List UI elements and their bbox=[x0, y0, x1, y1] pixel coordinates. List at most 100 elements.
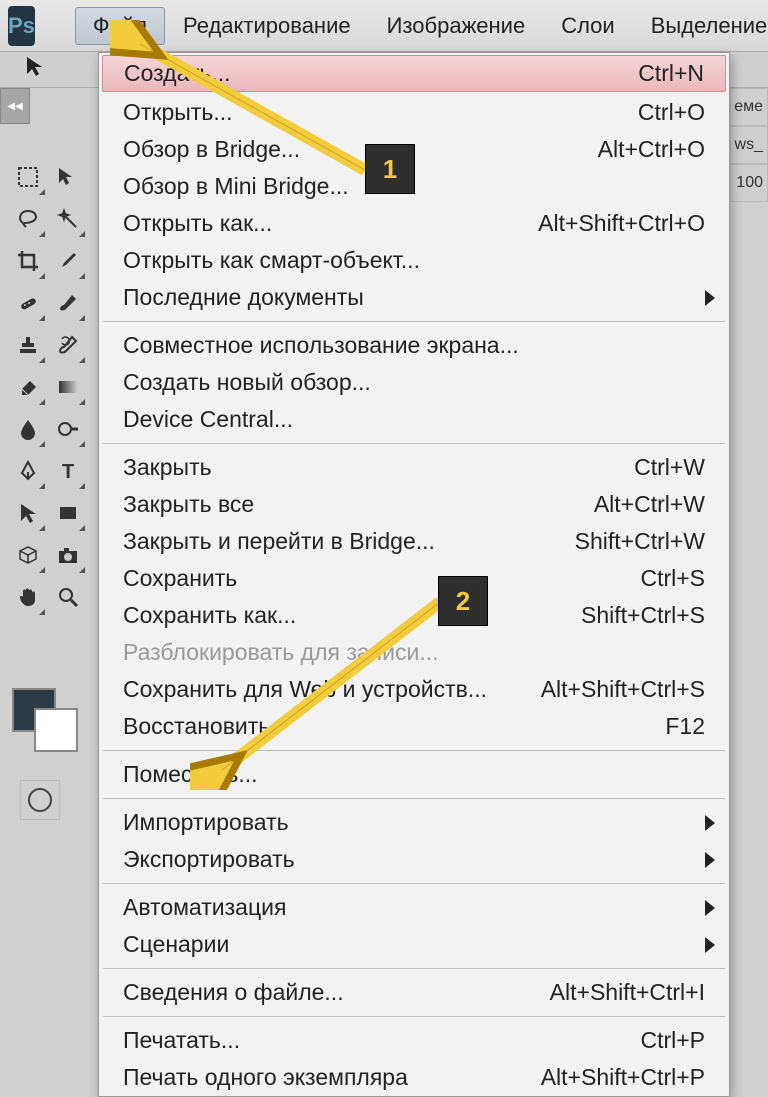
menu-item[interactable]: Импортировать bbox=[99, 804, 729, 841]
menu-item-label: Печать одного экземпляра bbox=[123, 1064, 408, 1091]
shape-tool[interactable] bbox=[48, 492, 88, 534]
menu-item-label: Автоматизация bbox=[123, 894, 286, 921]
menu-separator bbox=[103, 443, 725, 444]
eyedropper-tool[interactable] bbox=[48, 240, 88, 282]
menu-item-shortcut: Alt+Shift+Ctrl+P bbox=[541, 1064, 705, 1091]
menu-item[interactable]: Экспортировать bbox=[99, 841, 729, 878]
blur-tool[interactable] bbox=[8, 408, 48, 450]
zoom-tool[interactable] bbox=[48, 576, 88, 618]
menu-item-label: Сценарии bbox=[123, 931, 229, 958]
menu-item-label: Последние документы bbox=[123, 284, 364, 311]
healing-tool[interactable] bbox=[8, 282, 48, 324]
menu-item-label: Закрыть все bbox=[123, 491, 254, 518]
menu-item-label: Обзор в Bridge... bbox=[123, 136, 300, 163]
menu-item-label: Импортировать bbox=[123, 809, 289, 836]
menubar-item-edit[interactable]: Редактирование bbox=[165, 7, 369, 45]
main-menubar: Ps Файл Редактирование Изображение Слои … bbox=[0, 0, 768, 52]
menu-item-shortcut: Alt+Shift+Ctrl+S bbox=[541, 676, 705, 703]
menu-item[interactable]: Создать...Ctrl+N bbox=[102, 55, 726, 92]
history-brush-tool[interactable] bbox=[48, 324, 88, 366]
eraser-tool[interactable] bbox=[8, 366, 48, 408]
menu-item[interactable]: Device Central... bbox=[99, 401, 729, 438]
menu-item[interactable]: Сведения о файле...Alt+Shift+Ctrl+I bbox=[99, 974, 729, 1011]
menu-item-label: Открыть... bbox=[123, 99, 233, 126]
3d-tool[interactable] bbox=[8, 534, 48, 576]
menu-item-label: Восстановить bbox=[123, 713, 270, 740]
lasso-tool[interactable] bbox=[8, 198, 48, 240]
toolbox: T bbox=[8, 156, 88, 618]
menu-item[interactable]: Закрыть все Alt+Ctrl+W bbox=[99, 486, 729, 523]
menu-separator bbox=[103, 968, 725, 969]
menu-item[interactable]: Сохранить для Web и устройств... Alt+Shif… bbox=[99, 671, 729, 708]
menu-item-label: Печатать... bbox=[123, 1027, 240, 1054]
menu-item-shortcut: Ctrl+O bbox=[638, 99, 705, 126]
menu-item-label: Сохранить как... bbox=[123, 602, 296, 629]
menu-item[interactable]: Печать одного экземпляра Alt+Shift+Ctrl+P bbox=[99, 1059, 729, 1096]
marquee-tool[interactable] bbox=[8, 156, 48, 198]
menu-item[interactable]: Автоматизация bbox=[99, 889, 729, 926]
menu-item-label: Сохранить для Web и устройств... bbox=[123, 676, 487, 703]
gradient-tool[interactable] bbox=[48, 366, 88, 408]
menu-item-label: Совместное использование экрана... bbox=[123, 332, 519, 359]
hand-tool[interactable] bbox=[8, 576, 48, 618]
menu-item-label: Поместить... bbox=[123, 761, 258, 788]
panel-tab-fragment: еме bbox=[730, 88, 768, 126]
move-tool[interactable] bbox=[48, 156, 88, 198]
dodge-tool[interactable] bbox=[48, 408, 88, 450]
menu-item[interactable]: Поместить... bbox=[99, 756, 729, 793]
submenu-arrow-icon bbox=[705, 815, 715, 831]
menu-item[interactable]: Открыть как... Alt+Shift+Ctrl+O bbox=[99, 205, 729, 242]
stamp-tool[interactable] bbox=[8, 324, 48, 366]
pen-tool[interactable] bbox=[8, 450, 48, 492]
menu-item-shortcut: Alt+Ctrl+W bbox=[594, 491, 705, 518]
submenu-arrow-icon bbox=[705, 900, 715, 916]
menu-item[interactable]: Закрыть и перейти в Bridge...Shift+Ctrl+… bbox=[99, 523, 729, 560]
menu-item-label: Сведения о файле... bbox=[123, 979, 344, 1006]
panel-collapse-icon[interactable]: ◀◀ bbox=[0, 88, 30, 124]
menu-item-shortcut: F12 bbox=[665, 713, 705, 740]
move-tool-icon[interactable] bbox=[10, 51, 64, 89]
background-color-swatch[interactable] bbox=[34, 708, 78, 752]
menu-item[interactable]: Сценарии bbox=[99, 926, 729, 963]
crop-tool[interactable] bbox=[8, 240, 48, 282]
menu-item-label: Экспортировать bbox=[123, 846, 295, 873]
menu-item[interactable]: Восстановить F12 bbox=[99, 708, 729, 745]
annotation-callout-1: 1 bbox=[365, 144, 415, 194]
menu-item-shortcut: Shift+Ctrl+W bbox=[575, 528, 705, 555]
menubar-item-selection[interactable]: Выделение bbox=[633, 7, 768, 45]
menubar-item-image[interactable]: Изображение bbox=[369, 7, 544, 45]
menu-separator bbox=[103, 1016, 725, 1017]
menubar-item-layers[interactable]: Слои bbox=[543, 7, 633, 45]
menu-item[interactable]: Совместное использование экрана... bbox=[99, 327, 729, 364]
menu-item[interactable]: Печатать...Ctrl+P bbox=[99, 1022, 729, 1059]
menu-item[interactable]: Создать новый обзор... bbox=[99, 364, 729, 401]
menu-item-shortcut: Ctrl+W bbox=[634, 454, 705, 481]
menu-item-shortcut: Alt+Shift+Ctrl+O bbox=[538, 210, 705, 237]
menu-item[interactable]: Последние документы bbox=[99, 279, 729, 316]
camera-tool[interactable] bbox=[48, 534, 88, 576]
type-tool[interactable]: T bbox=[48, 450, 88, 492]
menu-item[interactable]: СохранитьCtrl+S bbox=[99, 560, 729, 597]
file-menu-dropdown: Создать...Ctrl+N Открыть... Ctrl+O Обзор в … bbox=[98, 52, 730, 1097]
menu-item-label: Device Central... bbox=[123, 406, 293, 433]
brush-tool[interactable] bbox=[48, 282, 88, 324]
menu-item-label: Разблокировать для записи... bbox=[123, 639, 439, 666]
menu-separator bbox=[103, 883, 725, 884]
menu-item[interactable]: ЗакрытьCtrl+W bbox=[99, 449, 729, 486]
menu-item-shortcut: Ctrl+S bbox=[640, 565, 705, 592]
menubar-item-file[interactable]: Файл bbox=[75, 7, 165, 45]
menu-item-label: Обзор в Mini Bridge... bbox=[123, 173, 349, 200]
menu-item-label: Создать... bbox=[124, 60, 231, 87]
menu-separator bbox=[103, 750, 725, 751]
menu-item[interactable]: Сохранить как...Shift+Ctrl+S bbox=[99, 597, 729, 634]
menu-item-label: Открыть как... bbox=[123, 210, 272, 237]
menu-item[interactable]: Открыть... Ctrl+O bbox=[99, 94, 729, 131]
quick-mask-toggle[interactable] bbox=[20, 780, 60, 820]
wand-tool[interactable] bbox=[48, 198, 88, 240]
menu-item-shortcut: Alt+Ctrl+O bbox=[598, 136, 705, 163]
path-select-tool[interactable] bbox=[8, 492, 48, 534]
menu-item[interactable]: Открыть как смарт-объект... bbox=[99, 242, 729, 279]
app-logo: Ps bbox=[8, 6, 35, 46]
submenu-arrow-icon bbox=[705, 937, 715, 953]
document-tab-fragment: ws_ bbox=[730, 126, 768, 164]
